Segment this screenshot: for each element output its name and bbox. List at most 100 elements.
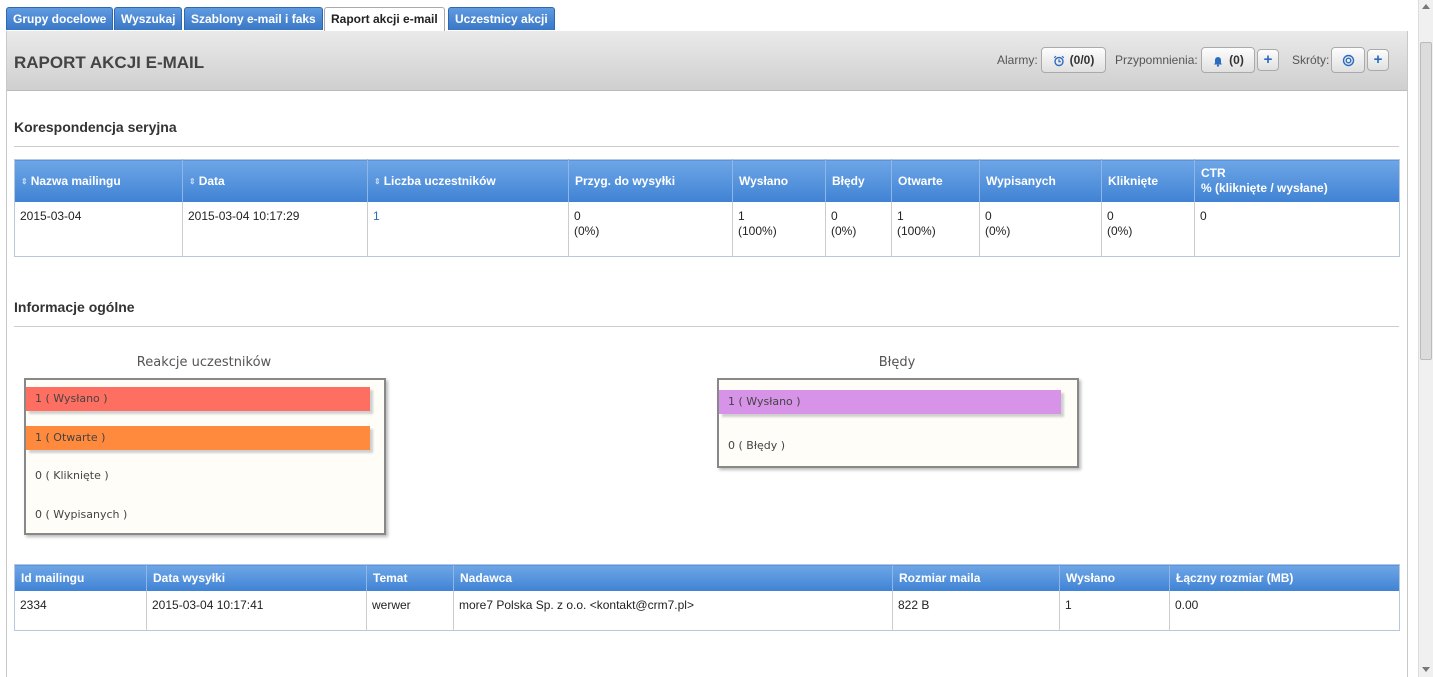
shortcuts-button[interactable] <box>1331 47 1365 73</box>
tab-szablony[interactable]: Szablony e-mail i faks <box>184 7 323 30</box>
table-row: 2334 2015-03-04 10:17:41 werwer more7 Po… <box>14 590 1400 631</box>
reactions-chart-title: Reakcje uczestników <box>136 355 272 370</box>
sort-icon: ⇕ <box>374 176 381 186</box>
reactions-bar-unsubscribed: 0 ( Wypisanych ) <box>35 508 128 521</box>
col-nazwa-mailingu[interactable]: ⇕ Nazwa mailingu <box>14 159 183 202</box>
serial-table: ⇕ Nazwa mailingu ⇕ Data ⇕ Liczba uczestnikó… <box>14 159 1400 257</box>
col-liczba-uczestnikow[interactable]: ⇕ Liczba uczestników <box>367 159 569 202</box>
col-temat: Temat <box>366 564 454 591</box>
reactions-bar-sent: 1 ( Wysłano ) <box>26 387 370 411</box>
reactions-bar-clicked: 0 ( Kliknięte ) <box>35 469 109 482</box>
cell-sent: 1 <box>1059 590 1170 631</box>
column-label: Liczba uczestników <box>383 173 496 188</box>
reactions-chart: 1 ( Wysłano ) 1 ( Otwarte ) 0 ( Kliknięt… <box>24 378 386 535</box>
col-przyg-do-wysylki: Przyg. do wysyłki <box>568 159 733 202</box>
cell-percent: (0%) <box>985 223 1011 238</box>
col-rozmiar-maila: Rozmiar maila <box>892 564 1060 591</box>
page-scrollbar[interactable] <box>1418 0 1433 677</box>
tab-bar: Grupy docelowe Wyszukaj Szablony e-mail … <box>0 0 1418 31</box>
col-id-mailingu: Id mailingu <box>14 564 147 591</box>
cell-percent: (100%) <box>738 223 777 238</box>
col-ctr: CTR% (kliknięte / wysłane) <box>1194 159 1400 202</box>
errors-bar-errors: 0 ( Błędy ) <box>728 439 786 452</box>
page-header: RAPORT AKCJI E-MAIL Alarmy: (0/0) Przypo… <box>7 31 1407 91</box>
col-data-wysylki: Data wysyłki <box>146 564 367 591</box>
scroll-up-arrow-icon[interactable] <box>1422 4 1430 9</box>
tab-raport-akcji[interactable]: Raport akcji e-mail <box>324 7 445 31</box>
errors-chart-title: Błędy <box>878 355 916 370</box>
bell-icon <box>1214 56 1223 67</box>
cell-date: 2015-03-04 10:17:29 <box>182 201 368 257</box>
add-reminder-button[interactable]: + <box>1257 49 1279 71</box>
table-header-row: ⇕ Nazwa mailingu ⇕ Data ⇕ Liczba uczestnikó… <box>14 159 1400 202</box>
errors-chart: 1 ( Wysłano ) 0 ( Błędy ) <box>717 378 1079 468</box>
column-label: Data <box>198 173 225 188</box>
page-title: RAPORT AKCJI E-MAIL <box>14 53 205 72</box>
cell-unsubscribed: 0 (0%) <box>979 201 1102 257</box>
section-divider <box>14 146 1399 147</box>
tab-wyszukaj[interactable]: Wyszukaj <box>114 7 183 30</box>
col-bledy: Błędy <box>825 159 892 202</box>
reminders-button[interactable]: (0) <box>1201 47 1255 73</box>
cell-participants: 1 <box>367 201 569 257</box>
cell-total-size: 0.00 <box>1175 597 1199 612</box>
column-label: Nazwa mailingu <box>30 173 121 188</box>
scroll-down-arrow-icon[interactable] <box>1422 667 1430 672</box>
cell-prepared: 0 (0%) <box>568 201 733 257</box>
cell-name: 2015-03-04 <box>14 201 183 257</box>
col-wyslano: Wysłano <box>732 159 826 202</box>
cell-sent: 1 (100%) <box>732 201 826 257</box>
errors-bar-sent: 1 ( Wysłano ) <box>719 390 1061 414</box>
alarms-button[interactable]: (0/0) <box>1041 47 1106 73</box>
cell-sender: more7 Polska Sp. z o.o. <kontakt@crm7.pl… <box>453 590 893 631</box>
col-laczny-rozmiar: Łączny rozmiar (MB) <box>1169 564 1400 591</box>
alarms-count: (0/0) <box>1069 53 1095 67</box>
col-klikniete: Kliknięte <box>1101 159 1195 202</box>
participants-link[interactable]: 1 <box>373 209 380 223</box>
target-icon <box>1342 55 1354 67</box>
table-header-row: Id mailingu Data wysyłki Temat Nadawca R… <box>14 564 1400 591</box>
column-label: CTR <box>1201 165 1226 180</box>
section-divider <box>14 326 1399 327</box>
report-panel: RAPORT AKCJI E-MAIL Alarmy: (0/0) Przypo… <box>6 31 1408 677</box>
col-otwarte: Otwarte <box>891 159 980 202</box>
reminders-count: (0) <box>1229 53 1244 67</box>
cell-clicked: 0 (0%) <box>1101 201 1195 257</box>
cell-id: 2334 <box>14 590 147 631</box>
cell-percent: (0%) <box>1107 223 1133 238</box>
add-shortcut-button[interactable]: + <box>1367 49 1389 71</box>
cell-value: 0 <box>574 208 581 223</box>
cell-percent: (100%) <box>897 223 936 238</box>
cell-subject: werwer <box>366 590 454 631</box>
cell-percent: (0%) <box>574 223 600 238</box>
col-nadawca: Nadawca <box>453 564 893 591</box>
reactions-bar-opened: 1 ( Otwarte ) <box>26 426 370 450</box>
col-wypisanych: Wypisanych <box>979 159 1102 202</box>
shortcuts-label: Skróty: <box>1292 53 1330 67</box>
cell-opened: 1 (100%) <box>891 201 980 257</box>
scrollbar-thumb[interactable] <box>1420 42 1432 360</box>
cell-errors: 0 (0%) <box>825 201 892 257</box>
tab-grupy-docelowe[interactable]: Grupy docelowe <box>6 7 114 30</box>
column-label: % (kliknięte / wysłane) <box>1201 180 1328 195</box>
col-data[interactable]: ⇕ Data <box>182 159 368 202</box>
sort-icon: ⇕ <box>21 176 28 186</box>
reminders-label: Przypomnienia: <box>1115 53 1198 67</box>
cell-ctr: 0 <box>1200 208 1207 223</box>
alarms-label: Alarmy: <box>997 53 1038 67</box>
col-wyslano: Wysłano <box>1059 564 1170 591</box>
alarm-clock-icon <box>1053 55 1064 67</box>
section-title-general: Informacje ogólne <box>14 299 135 315</box>
cell-mail-size: 822 B <box>892 590 1060 631</box>
cell-value: 0 <box>1107 208 1114 223</box>
cell-value: 0 <box>831 208 838 223</box>
cell-send-date: 2015-03-04 10:17:41 <box>146 590 367 631</box>
cell-value: 0 <box>985 208 992 223</box>
table-row: 2015-03-04 2015-03-04 10:17:29 1 0 (0%) 1… <box>14 201 1400 257</box>
cell-value: 1 <box>897 208 904 223</box>
tab-uczestnicy-akcji[interactable]: Uczestnicy akcji <box>448 7 555 30</box>
cell-percent: (0%) <box>831 223 857 238</box>
section-title-serial: Korespondencja seryjna <box>14 119 177 135</box>
sort-icon: ⇕ <box>189 176 196 186</box>
cell-value: 1 <box>738 208 745 223</box>
